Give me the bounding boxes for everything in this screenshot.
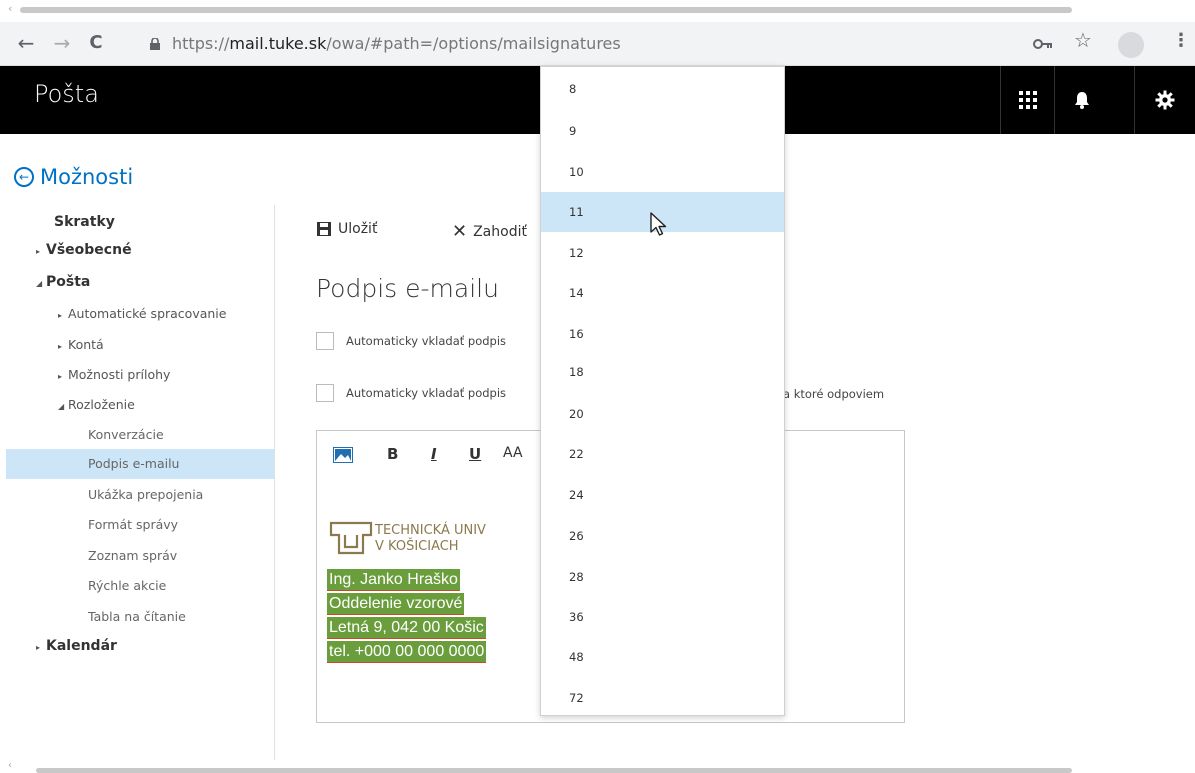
nav-divider [274, 205, 275, 760]
signature-line: Oddelenie vzorové [327, 593, 465, 615]
font-size-option[interactable]: 28 [541, 557, 784, 597]
url-scheme: https:// [172, 34, 230, 53]
star-icon[interactable]: ☆ [1074, 28, 1092, 52]
scroll-left-arrow[interactable]: ‹ [8, 760, 12, 771]
nav-item-moznosti-prilohy[interactable]: ▸ Možnosti prílohy [58, 367, 170, 382]
nav-item-rozlozenie[interactable]: ◢ Rozloženie [58, 397, 135, 412]
font-size-option[interactable]: 16 [541, 314, 784, 354]
bottom-scrollbar[interactable]: ‹ [0, 760, 1195, 773]
logo-text: TECHNICKÁ UNIV V KOŠICIACH [375, 523, 486, 555]
auto-insert-new-checkbox[interactable] [316, 332, 334, 350]
back-link-label: Možnosti [40, 165, 134, 189]
checkbox-label: Automaticky vkladať podpis [346, 334, 507, 348]
page-title: Podpis e-mailu [316, 274, 499, 303]
forward-arrow-icon[interactable]: → [48, 28, 76, 58]
font-size-option[interactable]: 12 [541, 233, 784, 273]
signature-line: Letná 9, 042 00 Košic [327, 617, 486, 639]
address-bar[interactable]: https://mail.tuke.sk/owa/#path=/options/… [150, 30, 621, 58]
scrollbar-thumb[interactable] [36, 768, 1072, 773]
auto-insert-new-checkbox-row[interactable]: Automaticky vkladať podpis [316, 332, 506, 350]
font-size-option[interactable]: 22 [541, 434, 784, 474]
font-size-button[interactable]: AA [503, 445, 523, 461]
font-size-option[interactable]: 26 [541, 516, 784, 556]
key-icon[interactable] [1032, 34, 1054, 54]
app-launcher-icon[interactable] [1000, 66, 1054, 134]
url-host: mail.tuke.sk [229, 34, 327, 53]
back-to-options-link[interactable]: ← Možnosti [14, 165, 133, 189]
top-scrollbar[interactable]: ‹ [0, 0, 1195, 22]
nav-item-label: Automatické spracovanie [68, 306, 227, 321]
scroll-left-arrow[interactable]: ‹ [8, 2, 12, 15]
nav-item-tabla-na-citanie[interactable]: Tabla na čítanie [88, 609, 186, 624]
italic-button[interactable]: I [431, 445, 437, 463]
discard-label: Zahodiť [473, 223, 527, 240]
nav-item-automaticke-spracovanie[interactable]: ▸ Automatické spracovanie [58, 306, 226, 321]
nav-item-label: Možnosti prílohy [68, 367, 171, 382]
nav-item-format-spravy[interactable]: Formát správy [88, 517, 178, 532]
insert-image-icon[interactable] [333, 447, 353, 467]
font-size-option[interactable]: 72 [541, 678, 784, 718]
nav-item-kalendar[interactable]: ▸ Kalendár [36, 638, 117, 654]
font-size-option[interactable]: 36 [541, 597, 784, 637]
nav-item-label: Kalendár [46, 638, 117, 654]
collapsed-triangle-icon: ▸ [58, 372, 63, 381]
signature-line: Ing. Janko Hraško [327, 569, 460, 591]
font-size-option[interactable]: 24 [541, 475, 784, 515]
nav-item-posta[interactable]: ◢ Pošta [36, 274, 90, 290]
back-arrow-icon[interactable]: ← [12, 28, 40, 58]
discard-button[interactable]: ✕ Zahodiť [452, 221, 527, 242]
browser-toolbar: ← → C https://mail.tuke.sk/owa/#path=/op… [0, 22, 1195, 66]
auto-insert-reply-checkbox-row[interactable]: Automaticky vkladať podpis [316, 384, 506, 402]
nav-item-zoznam-sprav[interactable]: Zoznam správ [88, 548, 177, 563]
font-size-option[interactable]: 18 [541, 352, 784, 392]
logo-line-2: V KOŠICIACH [375, 539, 459, 554]
nav-item-skratky[interactable]: Skratky [54, 214, 115, 230]
bell-icon[interactable] [1054, 66, 1108, 134]
font-size-option[interactable]: 20 [541, 394, 784, 434]
checkbox-label-tail: a ktoré odpoviem [783, 387, 885, 401]
nav-item-label: Všeobecné [46, 242, 132, 258]
logo-line-1: TECHNICKÁ UNIV [375, 523, 486, 538]
save-button[interactable]: Uložiť [316, 221, 377, 237]
checkbox-label: Automaticky vkladať podpis [346, 386, 507, 400]
collapsed-triangle-icon: ▸ [36, 643, 41, 652]
nav-item-podpis-e-mailu[interactable]: Podpis e-mailu [88, 456, 179, 471]
expanded-triangle-icon: ◢ [36, 279, 43, 288]
nav-item-vseobecne[interactable]: ▸ Všeobecné [36, 242, 132, 258]
app-title: Pošta [34, 80, 99, 108]
back-circle-icon: ← [14, 167, 34, 187]
collapsed-triangle-icon: ▸ [36, 247, 41, 256]
close-icon: ✕ [452, 221, 468, 242]
bold-button[interactable]: B [387, 445, 398, 463]
font-size-dropdown[interactable]: 8 9 10 11 12 14 16 18 20 22 24 26 28 36 … [540, 66, 785, 716]
nav-item-label: Rozloženie [68, 397, 135, 412]
scrollbar-thumb[interactable] [20, 7, 1072, 13]
underline-button[interactable]: U [469, 445, 481, 463]
font-size-option[interactable]: 14 [541, 273, 784, 313]
nav-item-ukazka-prepojenia[interactable]: Ukážka prepojenia [88, 487, 203, 502]
profile-avatar-icon[interactable] [1118, 32, 1144, 58]
font-size-option[interactable]: 48 [541, 637, 784, 677]
reload-icon[interactable]: C [82, 28, 110, 58]
nav-item-label: Kontá [68, 337, 104, 352]
nav-item-label: Pošta [46, 274, 91, 290]
lock-icon [150, 31, 160, 50]
nav-item-konta[interactable]: ▸ Kontá [58, 337, 104, 352]
font-size-option[interactable]: 8 [541, 69, 784, 109]
collapsed-triangle-icon: ▸ [58, 311, 63, 320]
nav-item-rychle-akcie[interactable]: Rýchle akcie [88, 578, 166, 593]
signature-line: tel. +000 00 000 0000 [327, 641, 487, 663]
collapsed-triangle-icon: ▸ [58, 342, 63, 351]
save-icon [317, 222, 331, 236]
expanded-triangle-icon: ◢ [58, 402, 65, 411]
nav-item-konverzacie[interactable]: Konverzácie [88, 427, 164, 442]
url-path: /owa/#path=/options/mailsignatures [326, 34, 621, 53]
mouse-pointer-icon [649, 212, 669, 238]
font-size-option[interactable]: 10 [541, 152, 784, 192]
gear-icon[interactable] [1134, 66, 1195, 134]
save-label: Uložiť [338, 221, 378, 237]
font-size-option[interactable]: 9 [541, 111, 784, 151]
auto-insert-reply-checkbox[interactable] [316, 384, 334, 402]
browser-menu-icon[interactable]: ⋮ [1172, 30, 1190, 51]
